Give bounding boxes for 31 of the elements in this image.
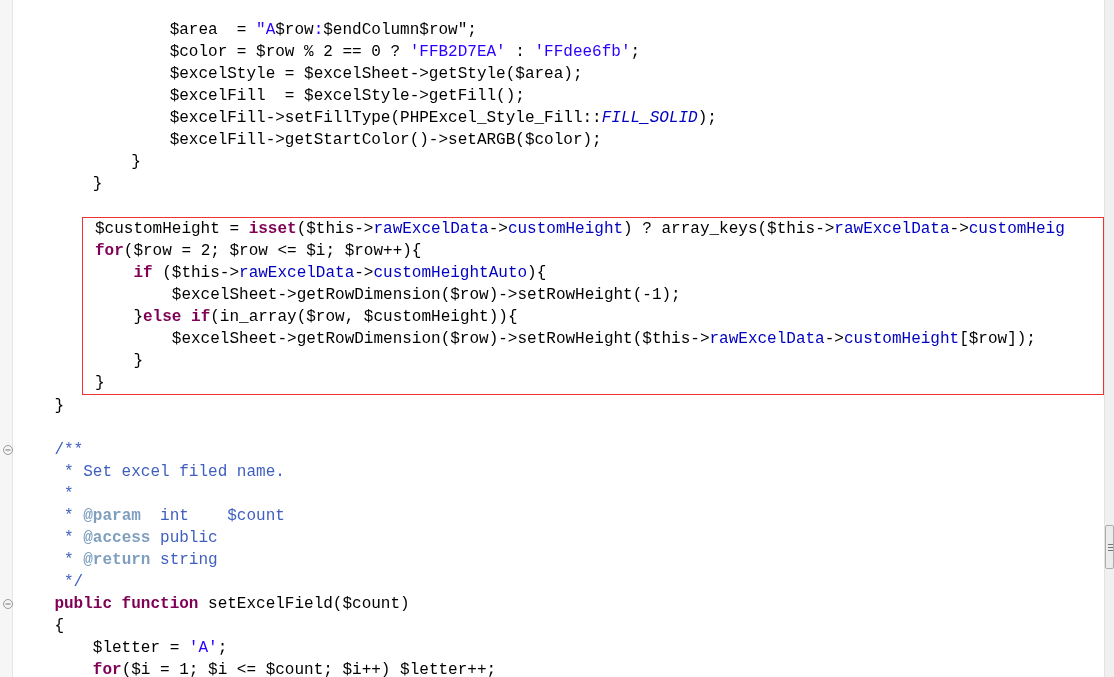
code-line: $excelSheet->getRowDimension($row)->setRowHeight($this->rawExcelData->customHeight[$row]); <box>170 329 1036 350</box>
code-line: $excelStyle = $excelSheet->getStyle($area); <box>168 64 583 85</box>
code-line: $area = "A$row:$endColumn$row"; <box>168 20 477 41</box>
code-line: * @access public <box>63 528 218 549</box>
code-line: for($row = 2; $row <= $i; $row++){ <box>95 241 422 262</box>
code-line: $excelSheet->getRowDimension($row)->setRowHeight(-1); <box>170 285 681 306</box>
scrollbar-thumb[interactable] <box>1105 525 1114 569</box>
code-line: } <box>132 351 143 372</box>
code-line: * @param int $count <box>63 506 285 527</box>
code-line: * @return string <box>63 550 218 571</box>
code-line: $customHeight = isset($this->rawExcelData->customHeight) ? array_keys($this->rawExcelData->customHeig <box>95 219 1065 240</box>
code-line: } <box>130 152 141 173</box>
collapse-icon[interactable] <box>3 599 13 609</box>
code-line: for($i = 1; $i <= $count; $i++) $letter++; <box>91 660 497 677</box>
code-line: * Set excel filed name. <box>63 462 285 483</box>
code-line: if ($this->rawExcelData->customHeightAuto){ <box>132 263 547 284</box>
code-line: { <box>53 616 64 637</box>
code-line: $excelFill->setFillType(PHPExcel_Style_Fill::FILL_SOLID); <box>168 108 717 129</box>
code-line: * <box>63 484 74 505</box>
code-line: $letter = 'A'; <box>91 638 228 659</box>
code-line: }else if(in_array($row, $customHeight)){ <box>132 307 518 328</box>
code-line: $excelFill = $excelStyle->getFill(); <box>168 86 525 107</box>
code-line: } <box>53 396 64 417</box>
code-line: public function setExcelField($count) <box>53 594 410 615</box>
collapse-icon[interactable] <box>3 445 13 455</box>
code-line: $color = $row % 2 == 0 ? 'FFB2D7EA' : 'FFdee6fb'; <box>168 42 641 63</box>
code-line: $excelFill->getStartColor()->setARGB($color); <box>168 130 602 151</box>
code-line: /** <box>53 440 84 461</box>
code-line: */ <box>63 572 84 593</box>
code-line: } <box>91 174 103 195</box>
code-line: } <box>95 373 105 394</box>
